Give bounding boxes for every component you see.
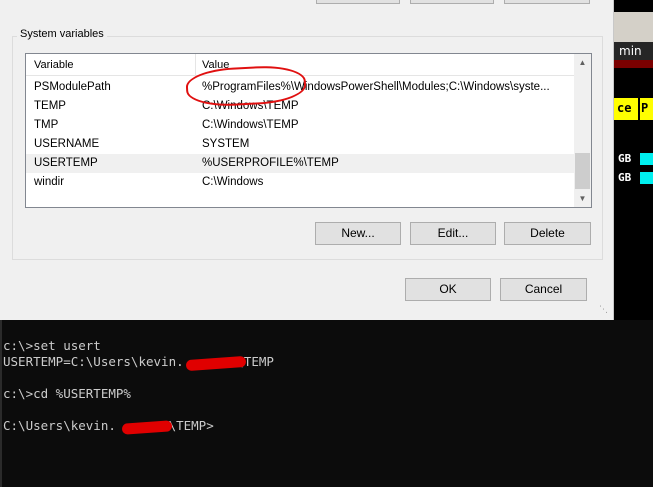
background-window-gb-1: GB [618,152,632,165]
delete-button[interactable]: Delete [504,222,591,245]
group-title: System variables [17,28,107,40]
console-line: c:\>set usert [3,338,101,353]
environment-variables-dialog: System variables Variable Value PSModule… [0,0,614,320]
vertical-scrollbar[interactable]: ▲ ▼ [574,54,591,207]
list-row-selected[interactable]: USERTEMP %USERPROFILE%\TEMP [26,154,575,173]
list-row[interactable]: TMP C:\Windows\TEMP [26,116,575,135]
background-window-label-2: P [640,98,653,120]
system-variables-list[interactable]: Variable Value PSModulePath %ProgramFile… [25,53,592,208]
background-window-bar-1 [640,153,653,165]
background-window-toolbar [614,12,653,42]
column-header-variable[interactable]: Variable [34,59,74,71]
list-row[interactable]: USERNAME SYSTEM [26,135,575,154]
row-variable: TEMP [34,100,66,112]
row-value: C:\Windows\TEMP [202,119,299,131]
top-button-2[interactable] [410,0,494,4]
new-button[interactable]: New... [315,222,401,245]
column-separator[interactable] [195,54,196,76]
row-variable: PSModulePath [34,81,111,93]
cancel-button[interactable]: Cancel [500,278,587,301]
row-variable: windir [34,176,65,188]
background-window-gb-2: GB [618,171,632,184]
command-prompt[interactable]: c:\>set usert USERTEMP=C:\Users\kevin. \… [0,320,653,489]
console-line: C:\Users\kevin. \TEMP> [3,418,214,433]
console-line: c:\>cd %USERTEMP% [3,386,131,401]
background-window-titlebar: min [614,42,653,60]
edit-button[interactable]: Edit... [410,222,496,245]
background-window-label: ce [614,98,638,120]
ok-button[interactable]: OK [405,278,491,301]
background-window-title: min [619,44,642,58]
console-border [0,320,2,489]
list-row[interactable]: TEMP C:\Windows\TEMP [26,97,575,116]
background-window-bar-2 [640,172,653,184]
scroll-up-icon[interactable]: ▲ [574,54,591,71]
scroll-thumb[interactable] [575,153,590,189]
row-value: %USERPROFILE%\TEMP [202,157,339,169]
row-value: C:\Windows [202,176,264,188]
background-window-band [614,60,653,68]
top-button-1[interactable] [316,0,400,4]
scroll-down-icon[interactable]: ▼ [574,190,591,207]
row-variable: USERNAME [34,138,100,150]
background-window: min ce P GB GB [614,0,653,320]
top-button-3[interactable] [504,0,590,4]
row-value: SYSTEM [202,138,250,150]
resize-grip-icon[interactable]: ⋱ [599,303,611,315]
row-variable: USERTEMP [34,157,98,169]
list-row[interactable]: windir C:\Windows [26,173,575,192]
row-variable: TMP [34,119,59,131]
